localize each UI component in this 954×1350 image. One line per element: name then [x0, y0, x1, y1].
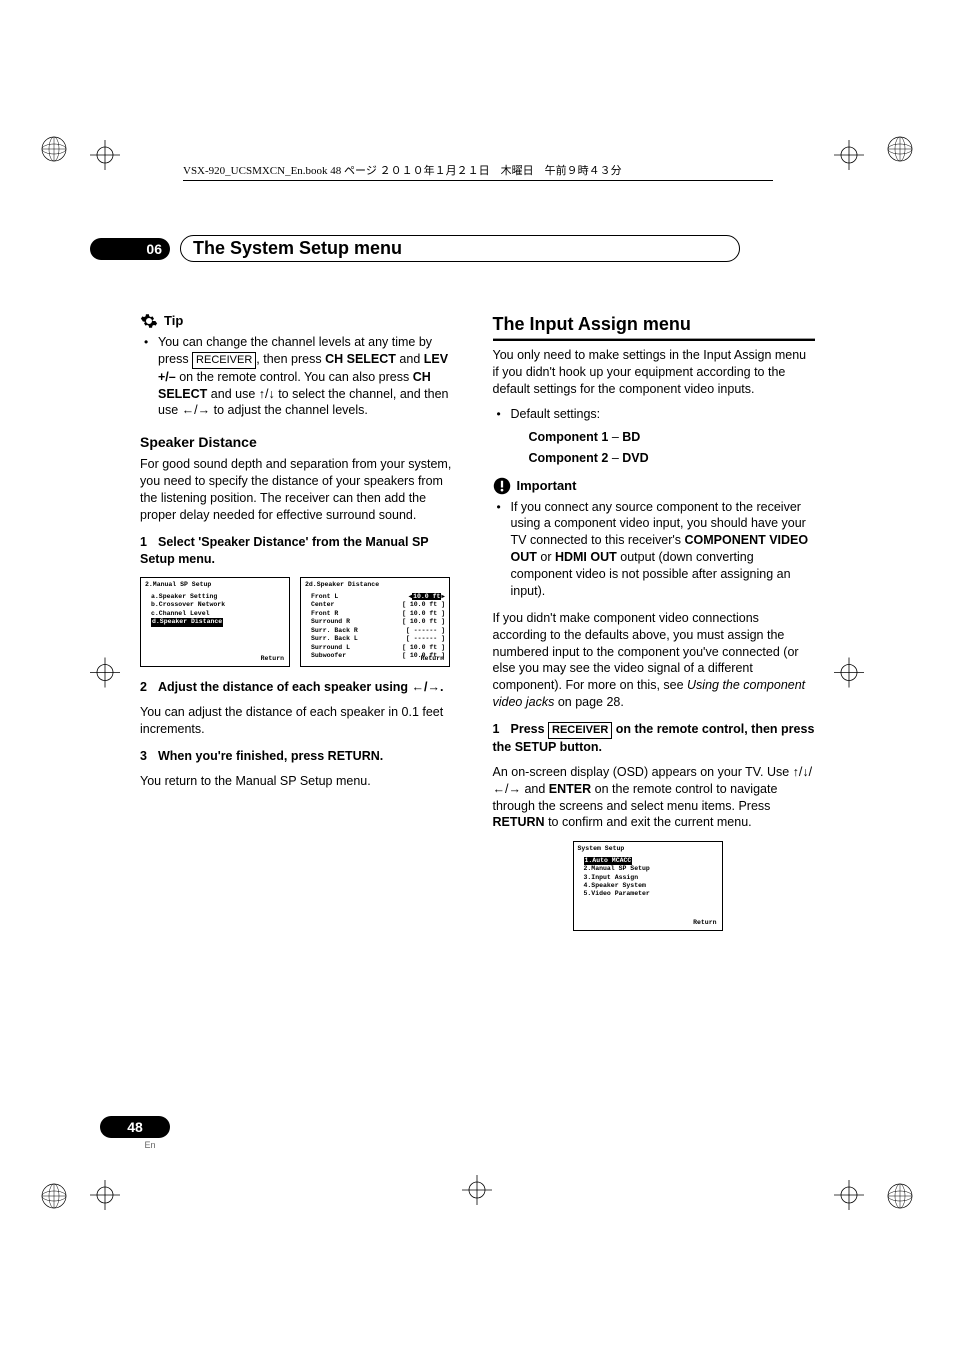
osd-return: Return	[421, 655, 444, 663]
osd-row: Front L◀10.0 ft▶	[305, 593, 445, 601]
arrow-right-icon: →	[508, 782, 521, 796]
tip-bullet: You can change the channel levels at any…	[140, 334, 463, 419]
osd-manual-sp-setup: 2.Manual SP Setup a.Speaker Setting b.Cr…	[140, 577, 290, 667]
chapter-number-badge: 06	[90, 238, 170, 260]
osd-return: Return	[693, 919, 716, 927]
osd-title: 2d.Speaker Distance	[305, 581, 445, 589]
osd-speaker-distance: 2d.Speaker Distance Front L◀10.0 ft▶ Cen…	[300, 577, 450, 667]
page-body: 06 The System Setup menu Tip You can cha…	[140, 235, 815, 931]
important-heading: Important	[493, 477, 816, 495]
exclamation-icon	[493, 477, 511, 495]
crop-mark-right	[834, 658, 864, 693]
print-mark-globe-tl	[40, 135, 68, 168]
tip-heading: Tip	[140, 312, 463, 330]
osd-item: 5.Video Parameter	[578, 890, 718, 898]
important-label: Important	[517, 477, 577, 495]
important-bullet: If you connect any source component to t…	[493, 499, 816, 600]
page-number-badge: 48 En	[100, 1116, 170, 1150]
chapter-header: 06 The System Setup menu	[140, 235, 815, 262]
speaker-distance-paragraph: For good sound depth and separation from…	[140, 456, 463, 524]
right-column: The Input Assign menu You only need to m…	[493, 312, 816, 931]
osd-row: Surround L[ 10.0 ft ]	[305, 644, 445, 652]
default-component-2: Component 2 – DVD	[529, 450, 816, 467]
osd-system-setup: System Setup 1.Auto MCACC 2.Manual SP Se…	[573, 841, 723, 931]
arrow-up-icon: ↑	[793, 765, 799, 779]
step-2-paragraph: You can adjust the distance of each spea…	[140, 704, 463, 738]
osd-title: 2.Manual SP Setup	[145, 581, 285, 589]
osd-screenshots-pair: 2.Manual SP Setup a.Speaker Setting b.Cr…	[140, 577, 463, 667]
osd-item: b.Crossover Network	[145, 601, 285, 609]
tip-text: to adjust the channel levels.	[210, 403, 368, 417]
osd-item-selected: 1.Auto MCACC	[578, 857, 718, 865]
chapter-title: The System Setup menu	[193, 238, 402, 258]
gear-icon	[140, 312, 158, 330]
print-mark-globe-tr	[886, 135, 914, 168]
input-assign-paragraph: You only need to make settings in the In…	[493, 347, 816, 398]
osd-item: a.Speaker Setting	[145, 593, 285, 601]
receiver-key-box: RECEIVER	[548, 722, 612, 739]
default-component-1: Component 1 – BD	[529, 429, 816, 446]
component-video-paragraph: If you didn't make component video conne…	[493, 610, 816, 711]
arrow-left-icon: ←	[493, 782, 506, 796]
defaults-bullet: Default settings: Component 1 – BD Compo…	[493, 406, 816, 467]
osd-title: System Setup	[578, 845, 718, 853]
arrow-left-icon: ←	[412, 680, 425, 694]
crop-mark-tr	[834, 140, 864, 170]
arrow-right-icon: →	[428, 680, 441, 694]
page-lang: En	[130, 1140, 170, 1150]
step-3: 3When you're finished, press RETURN.	[140, 748, 463, 765]
step-3-paragraph: You return to the Manual SP Setup menu.	[140, 773, 463, 790]
defaults-label: Default settings:	[511, 407, 601, 421]
crop-mark-br	[834, 1180, 864, 1210]
crop-mark-bottom-center	[462, 1175, 492, 1210]
input-assign-heading: The Input Assign menu	[493, 312, 816, 336]
arrow-left-icon: ←	[182, 403, 195, 417]
osd-item: c.Channel Level	[145, 610, 285, 618]
right-step-1-paragraph: An on-screen display (OSD) appears on yo…	[493, 764, 816, 832]
tip-text: on the remote control. You can also pres…	[176, 370, 413, 384]
page-number: 48	[100, 1116, 170, 1138]
osd-row: Surr. Back L[ ------ ]	[305, 635, 445, 643]
print-mark-globe-br	[886, 1182, 914, 1215]
arrow-down-icon: ↓	[802, 765, 808, 779]
osd-row: Center[ 10.0 ft ]	[305, 601, 445, 609]
arrow-up-icon: ↑	[259, 387, 265, 401]
osd-item: 2.Manual SP Setup	[578, 865, 718, 873]
left-column: Tip You can change the channel levels at…	[140, 312, 463, 931]
tip-text: and use	[207, 387, 258, 401]
crop-mark-bl	[90, 1180, 120, 1210]
osd-row: Surround R[ 10.0 ft ]	[305, 618, 445, 626]
step-1: 1Select 'Speaker Distance' from the Manu…	[140, 534, 463, 568]
receiver-key-box: RECEIVER	[192, 352, 256, 369]
osd-item: 4.Speaker System	[578, 882, 718, 890]
print-mark-globe-bl	[40, 1182, 68, 1215]
heading-underline	[493, 338, 816, 341]
osd-return: Return	[261, 655, 284, 663]
crop-mark-left	[90, 658, 120, 693]
osd-item-selected: d.Speaker Distance	[145, 618, 285, 626]
tip-label: Tip	[164, 312, 183, 330]
print-header-line: VSX-920_UCSMXCN_En.book 48 ページ ２０１０年１月２１…	[183, 162, 773, 181]
tip-text: , then press	[256, 352, 325, 366]
right-step-1: 1Press RECEIVER on the remote control, t…	[493, 721, 816, 756]
step-2: 2Adjust the distance of each speaker usi…	[140, 679, 463, 696]
osd-row: Front R[ 10.0 ft ]	[305, 610, 445, 618]
tip-text: and	[396, 352, 424, 366]
arrow-right-icon: →	[198, 403, 211, 417]
speaker-distance-heading: Speaker Distance	[140, 433, 463, 452]
osd-item: 3.Input Assign	[578, 874, 718, 882]
osd-row: Surr. Back R[ ------ ]	[305, 627, 445, 635]
tip-bold: CH SELECT	[325, 352, 396, 366]
crop-mark-tl	[90, 140, 120, 170]
osd-system-setup-wrap: System Setup 1.Auto MCACC 2.Manual SP Se…	[573, 841, 816, 931]
chapter-title-wrap: The System Setup menu	[180, 235, 740, 262]
